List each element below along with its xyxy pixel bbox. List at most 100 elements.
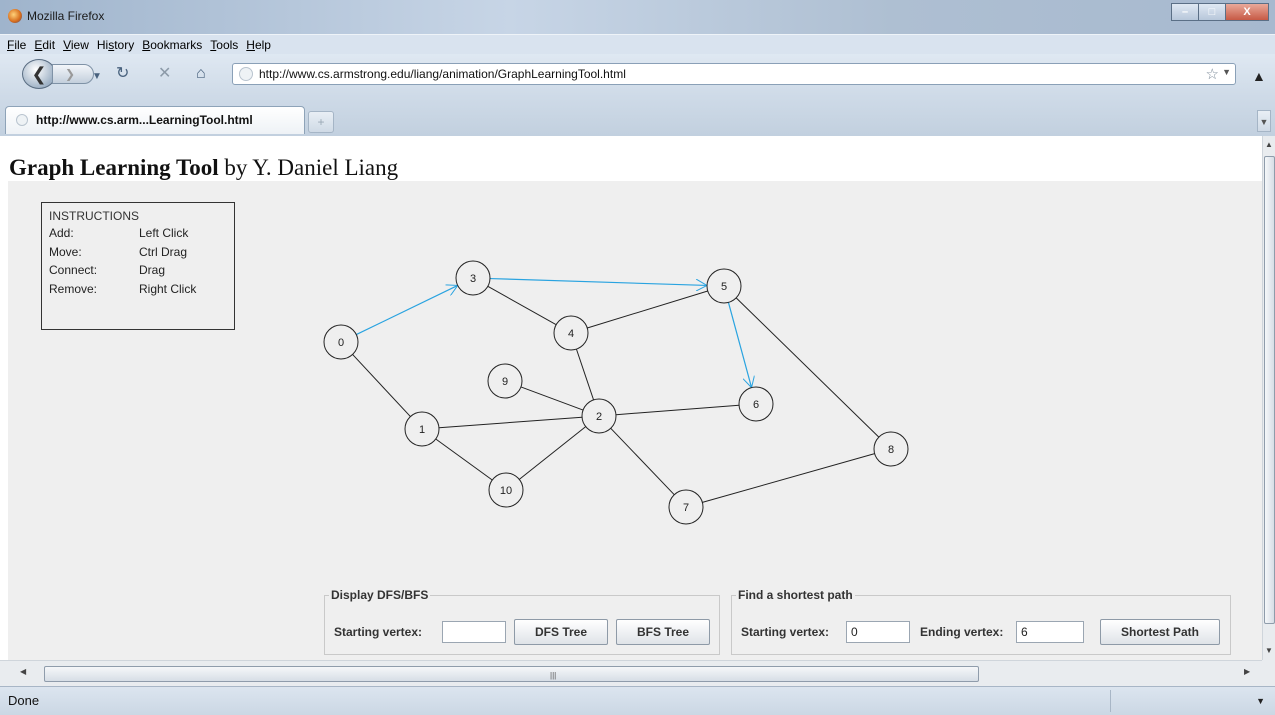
shortest-path-edge-5-6: [727, 302, 751, 387]
vertical-scroll-thumb[interactable]: [1264, 156, 1275, 624]
navigation-toolbar: ❮ ❯ ▼ ↻ ✕ ⌂ http://www.cs.armstrong.edu/…: [0, 54, 1275, 94]
tab-bar: http://www.cs.arm...LearningTool.html + …: [0, 94, 1275, 136]
menu-file[interactable]: File: [0, 35, 30, 52]
dfs-start-label: Starting vertex:: [334, 625, 423, 639]
list-all-tabs-icon[interactable]: ▼: [1257, 110, 1271, 132]
back-button[interactable]: ❮: [22, 59, 56, 89]
addon-icon[interactable]: ▲: [1252, 68, 1266, 84]
graph-edge-4-5[interactable]: [587, 290, 708, 329]
menu-history[interactable]: History: [93, 35, 138, 52]
graph-edge-1-2[interactable]: [438, 416, 583, 429]
graph-vertex-6[interactable]: 6: [738, 386, 774, 422]
graph-vertex-2[interactable]: 2: [581, 398, 617, 434]
graph-vertex-10[interactable]: 10: [488, 472, 524, 508]
page-title-author: by Y. Daniel Liang: [218, 155, 399, 180]
vertex-label: 7: [683, 502, 689, 514]
address-bar[interactable]: http://www.cs.armstrong.edu/liang/animat…: [232, 63, 1236, 85]
home-icon[interactable]: ⌂: [196, 65, 206, 83]
status-dropdown-icon[interactable]: ▼: [1256, 696, 1265, 706]
graph-vertex-0[interactable]: 0: [323, 324, 359, 360]
reload-icon[interactable]: ↻: [116, 65, 129, 83]
graph-edge-2-6[interactable]: [615, 404, 740, 416]
window-title: Mozilla Firefox: [27, 9, 105, 23]
shortest-path-edge-3-5: [489, 277, 707, 286]
graph-drawing[interactable]: 0 1 2 3 4 5 6 7 8 9 10: [8, 181, 1262, 571]
vertical-scrollbar[interactable]: ▲ ▼: [1262, 136, 1275, 660]
graph-edge-7-8[interactable]: [702, 453, 875, 503]
vertex-label: 0: [338, 337, 344, 349]
scroll-grip-icon: |||: [550, 671, 557, 680]
graph-vertex-4[interactable]: 4: [553, 315, 589, 351]
scrollbar-corner: [1262, 660, 1275, 686]
shortest-start-vertex-input[interactable]: 0: [846, 621, 910, 643]
vertex-label: 6: [753, 399, 759, 411]
menu-help[interactable]: Help: [242, 35, 275, 52]
graph-edge-10-2[interactable]: [518, 426, 587, 480]
graph-edge-2-7[interactable]: [610, 427, 675, 496]
page-content: Graph Learning Tool by Y. Daniel Liang I…: [0, 136, 1262, 660]
status-separator: [1110, 690, 1111, 712]
graph-vertex-7[interactable]: 7: [668, 489, 704, 525]
dfs-bfs-group-label: Display DFS/BFS: [329, 588, 431, 602]
dfs-start-vertex-input[interactable]: [442, 621, 506, 643]
tab-graph-learning-tool[interactable]: http://www.cs.arm...LearningTool.html: [5, 106, 305, 134]
bfs-tree-button[interactable]: BFS Tree: [616, 619, 710, 645]
forward-button[interactable]: ❯: [52, 64, 94, 84]
shortest-start-label: Starting vertex:: [741, 625, 830, 639]
vertex-label: 3: [470, 273, 476, 285]
page-title-bold: Graph Learning Tool: [9, 155, 219, 180]
status-bar: Done ▼: [0, 686, 1275, 715]
history-dropdown-icon[interactable]: ▼: [92, 68, 102, 86]
forward-arrow-icon: ❯: [65, 67, 76, 81]
shortest-end-vertex-input[interactable]: 6: [1016, 621, 1084, 643]
page-title: Graph Learning Tool by Y. Daniel Liang: [9, 155, 398, 181]
new-tab-button[interactable]: +: [308, 111, 334, 133]
graph-edge-2-4[interactable]: [575, 348, 595, 401]
vertex-label: 4: [568, 328, 574, 340]
stop-icon[interactable]: ✕: [158, 65, 171, 83]
vertex-label: 5: [721, 281, 727, 293]
horizontal-scrollbar[interactable]: ◀ ||| ▶: [0, 660, 1262, 686]
shortest-path-button[interactable]: Shortest Path: [1100, 619, 1220, 645]
status-text: Done: [8, 693, 40, 708]
scroll-right-arrow-icon[interactable]: ▶: [1244, 667, 1250, 676]
graph-vertex-1[interactable]: 1: [404, 411, 440, 447]
bookmark-star-icon[interactable]: ☆: [1206, 65, 1219, 83]
vertex-label: 9: [502, 376, 508, 388]
tab-favicon-icon: [16, 114, 28, 126]
graph-vertex-9[interactable]: 9: [487, 363, 523, 399]
url-dropdown-icon[interactable]: ▼: [1222, 67, 1231, 77]
menu-edit[interactable]: Edit: [30, 35, 59, 52]
tab-label: http://www.cs.arm...LearningTool.html: [36, 113, 253, 127]
close-button[interactable]: X: [1225, 3, 1269, 21]
graph-edge-3-4[interactable]: [487, 285, 557, 326]
graph-vertex-3[interactable]: 3: [455, 260, 491, 296]
vertex-label: 2: [596, 411, 602, 423]
scroll-down-arrow-icon[interactable]: ▼: [1265, 646, 1273, 655]
scroll-up-arrow-icon[interactable]: ▲: [1265, 140, 1273, 149]
graph-vertex-8[interactable]: 8: [873, 431, 909, 467]
vertex-label: 10: [500, 485, 512, 497]
shortest-path-edge-0-3: [356, 285, 457, 336]
menu-bar: File Edit View History Bookmarks Tools Help: [0, 34, 1275, 54]
minimize-button[interactable]: –: [1171, 3, 1199, 21]
menu-bookmarks[interactable]: Bookmarks: [138, 35, 206, 52]
graph-edge-9-2[interactable]: [520, 386, 584, 411]
graph-edge-0-1[interactable]: [352, 354, 411, 417]
firefox-logo-icon: [8, 9, 22, 23]
scroll-left-arrow-icon[interactable]: ◀: [20, 667, 26, 676]
site-identity-icon[interactable]: [239, 67, 253, 81]
shortest-end-label: Ending vertex:: [920, 625, 1004, 639]
address-url[interactable]: http://www.cs.armstrong.edu/liang/animat…: [259, 67, 626, 81]
graph-applet[interactable]: INSTRUCTIONS Add: Left Click Move: Ctrl Dr…: [8, 181, 1262, 660]
menu-view[interactable]: View: [59, 35, 93, 52]
graph-edge-1-10[interactable]: [435, 438, 493, 481]
maximize-button[interactable]: □: [1198, 3, 1226, 21]
graph-vertex-5[interactable]: 5: [706, 268, 742, 304]
menu-tools[interactable]: Tools: [206, 35, 242, 52]
vertex-label: 8: [888, 444, 894, 456]
shortest-path-group-label: Find a shortest path: [736, 588, 855, 602]
horizontal-scroll-thumb[interactable]: |||: [44, 666, 979, 682]
window-titlebar: Mozilla Firefox – □ X: [0, 0, 1275, 34]
dfs-tree-button[interactable]: DFS Tree: [514, 619, 608, 645]
